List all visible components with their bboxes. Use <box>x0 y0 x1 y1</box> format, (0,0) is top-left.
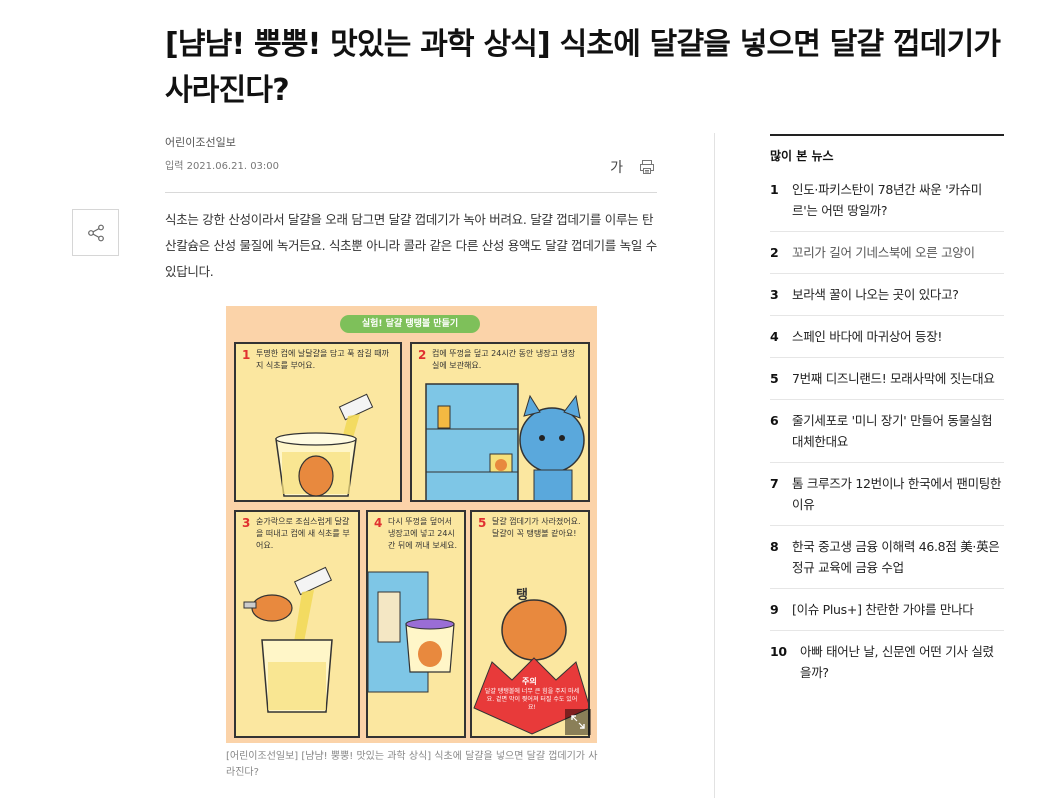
step-panel-2: 2 컵에 뚜껑을 덮고 24시간 동안 냉장고 냉장실에 보관해요. <box>410 342 590 502</box>
share-icon <box>87 224 104 241</box>
refrigerator-cat-illustration <box>425 383 585 500</box>
news-headline[interactable]: 스페인 바다에 마귀상어 등장! <box>792 329 942 344</box>
vinegar-pour-illustration <box>275 393 374 497</box>
news-item-7[interactable]: 7 톰 크루즈가 12번이나 한국에서 팬미팅한 이유 <box>770 463 1004 526</box>
warning-title: 주의 <box>522 677 537 686</box>
print-button[interactable] <box>639 159 655 175</box>
column-divider <box>714 133 715 798</box>
meta-row: 입력 2021.06.21. 03:00 가 <box>165 159 657 193</box>
press-name[interactable]: 어린이조선일보 <box>165 133 657 153</box>
expand-icon <box>571 715 585 729</box>
sidebar-title: 많이 본 뉴스 <box>770 149 834 163</box>
article-illustration[interactable]: 실험! 달걀 탱탱볼 만들기 1 투명한 컵에 날달걀을 담고 푹 잠길 때까지… <box>226 306 597 743</box>
step-panel-3: 3 숟가락으로 조심스럽게 달걀을 떠내고 컵에 새 식초를 부어요. <box>234 510 360 738</box>
news-headline[interactable]: 아빠 태어난 날, 신문엔 어떤 기사 실렸을까? <box>800 644 994 680</box>
step-panel-1: 1 투명한 컵에 날달걀을 담고 푹 잠길 때까지 식초를 부어요. <box>234 342 402 502</box>
article-body: 식초는 강한 산성이라서 달걀을 오래 담그면 달걀 껍데기가 녹아 버려요. … <box>165 212 657 279</box>
news-headline[interactable]: 줄기세포로 '미니 장기' 만들어 동물실험 대체한대요 <box>792 413 992 449</box>
news-item-2[interactable]: 2 꼬리가 길어 기네스북에 오른 고양이 <box>770 232 1004 274</box>
article-meta: 어린이조선일보 입력 2021.06.21. 03:00 가 <box>165 133 657 193</box>
step-panel-5: 5 달걀 껍데기가 사라졌어요. 달걀이 꼭 탱탱볼 같아요! 탱 주의 달걀 … <box>470 510 590 738</box>
news-item-6[interactable]: 6 줄기세포로 '미니 장기' 만들어 동물실험 대체한대요 <box>770 400 1004 463</box>
print-icon <box>640 160 654 174</box>
illustration-banner: 실험! 달걀 탱탱볼 만들기 <box>340 315 480 333</box>
news-headline[interactable]: 보라색 꿀이 나오는 곳이 있다고? <box>792 287 959 302</box>
news-item-8[interactable]: 8 한국 중고생 금융 이해력 46.8점 美·英은 정규 교육에 금융 수업 <box>770 526 1004 589</box>
news-headline[interactable]: [이슈 Plus+] 찬란한 가야를 만나다 <box>792 602 974 617</box>
news-headline[interactable]: 한국 중고생 금융 이해력 46.8점 美·英은 정규 교육에 금융 수업 <box>792 539 1000 575</box>
news-item-3[interactable]: 3 보라색 꿀이 나오는 곳이 있다고? <box>770 274 1004 316</box>
sound-effect-text: 탱 <box>516 588 528 603</box>
news-headline[interactable]: 인도·파키스탄이 78년간 싸운 '카슈미르'는 어떤 땅일까? <box>792 182 982 218</box>
news-headline[interactable]: 꼬리가 길어 기네스북에 오른 고양이 <box>792 245 975 260</box>
news-item-5[interactable]: 5 7번째 디즈니랜드! 모래사막에 짓는대요 <box>770 358 1004 400</box>
news-item-9[interactable]: 9 [이슈 Plus+] 찬란한 가야를 만나다 <box>770 589 1004 631</box>
news-rank: 2 <box>770 245 779 260</box>
sidebar-rule <box>770 134 1004 136</box>
step-panel-4: 4 다시 뚜껑을 덮어서 냉장고에 넣고 24시간 뒤에 꺼내 보세요. <box>366 510 466 738</box>
article-title: [냠냠! 뿡뿡! 맛있는 과학 상식] 식초에 달걀을 넣으면 달걀 껍데기가 … <box>165 27 1001 108</box>
fridge-cup-illustration <box>368 571 455 693</box>
news-rank: 5 <box>770 371 779 386</box>
news-rank: 10 <box>770 644 787 659</box>
news-rank: 7 <box>770 476 779 491</box>
share-button[interactable] <box>72 209 119 256</box>
news-item-4[interactable]: 4 스페인 바다에 마귀상어 등장! <box>770 316 1004 358</box>
most-viewed-news: 많이 본 뉴스 1 인도·파키스탄이 78년간 싸운 '카슈미르'는 어떤 땅일까… <box>770 134 1004 693</box>
spoon-egg-illustration <box>243 566 333 713</box>
news-rank: 8 <box>770 539 779 554</box>
news-rank: 4 <box>770 329 779 344</box>
image-caption: [어린이조선일보] [냠냠! 뿡뿡! 맛있는 과학 상식] 식초에 달걀을 넣으… <box>226 751 598 778</box>
news-rank: 1 <box>770 182 779 197</box>
publish-date: 입력 2021.06.21. 03:00 <box>165 161 280 172</box>
news-item-1[interactable]: 1 인도·파키스탄이 78년간 싸운 '카슈미르'는 어떤 땅일까? <box>770 169 1004 232</box>
font-size-button[interactable]: 가 <box>610 157 623 177</box>
news-headline[interactable]: 톰 크루즈가 12번이나 한국에서 팬미팅한 이유 <box>792 476 1002 512</box>
expand-image-button[interactable] <box>565 709 591 735</box>
news-rank: 3 <box>770 287 779 302</box>
news-rank: 6 <box>770 413 779 428</box>
news-list: 1 인도·파키스탄이 78년간 싸운 '카슈미르'는 어떤 땅일까? 2 꼬리가 길… <box>770 169 1004 693</box>
news-rank: 9 <box>770 602 779 617</box>
news-headline[interactable]: 7번째 디즈니랜드! 모래사막에 짓는대요 <box>792 371 995 386</box>
news-item-10[interactable]: 10 아빠 태어난 날, 신문엔 어떤 기사 실렸을까? <box>770 631 1004 693</box>
